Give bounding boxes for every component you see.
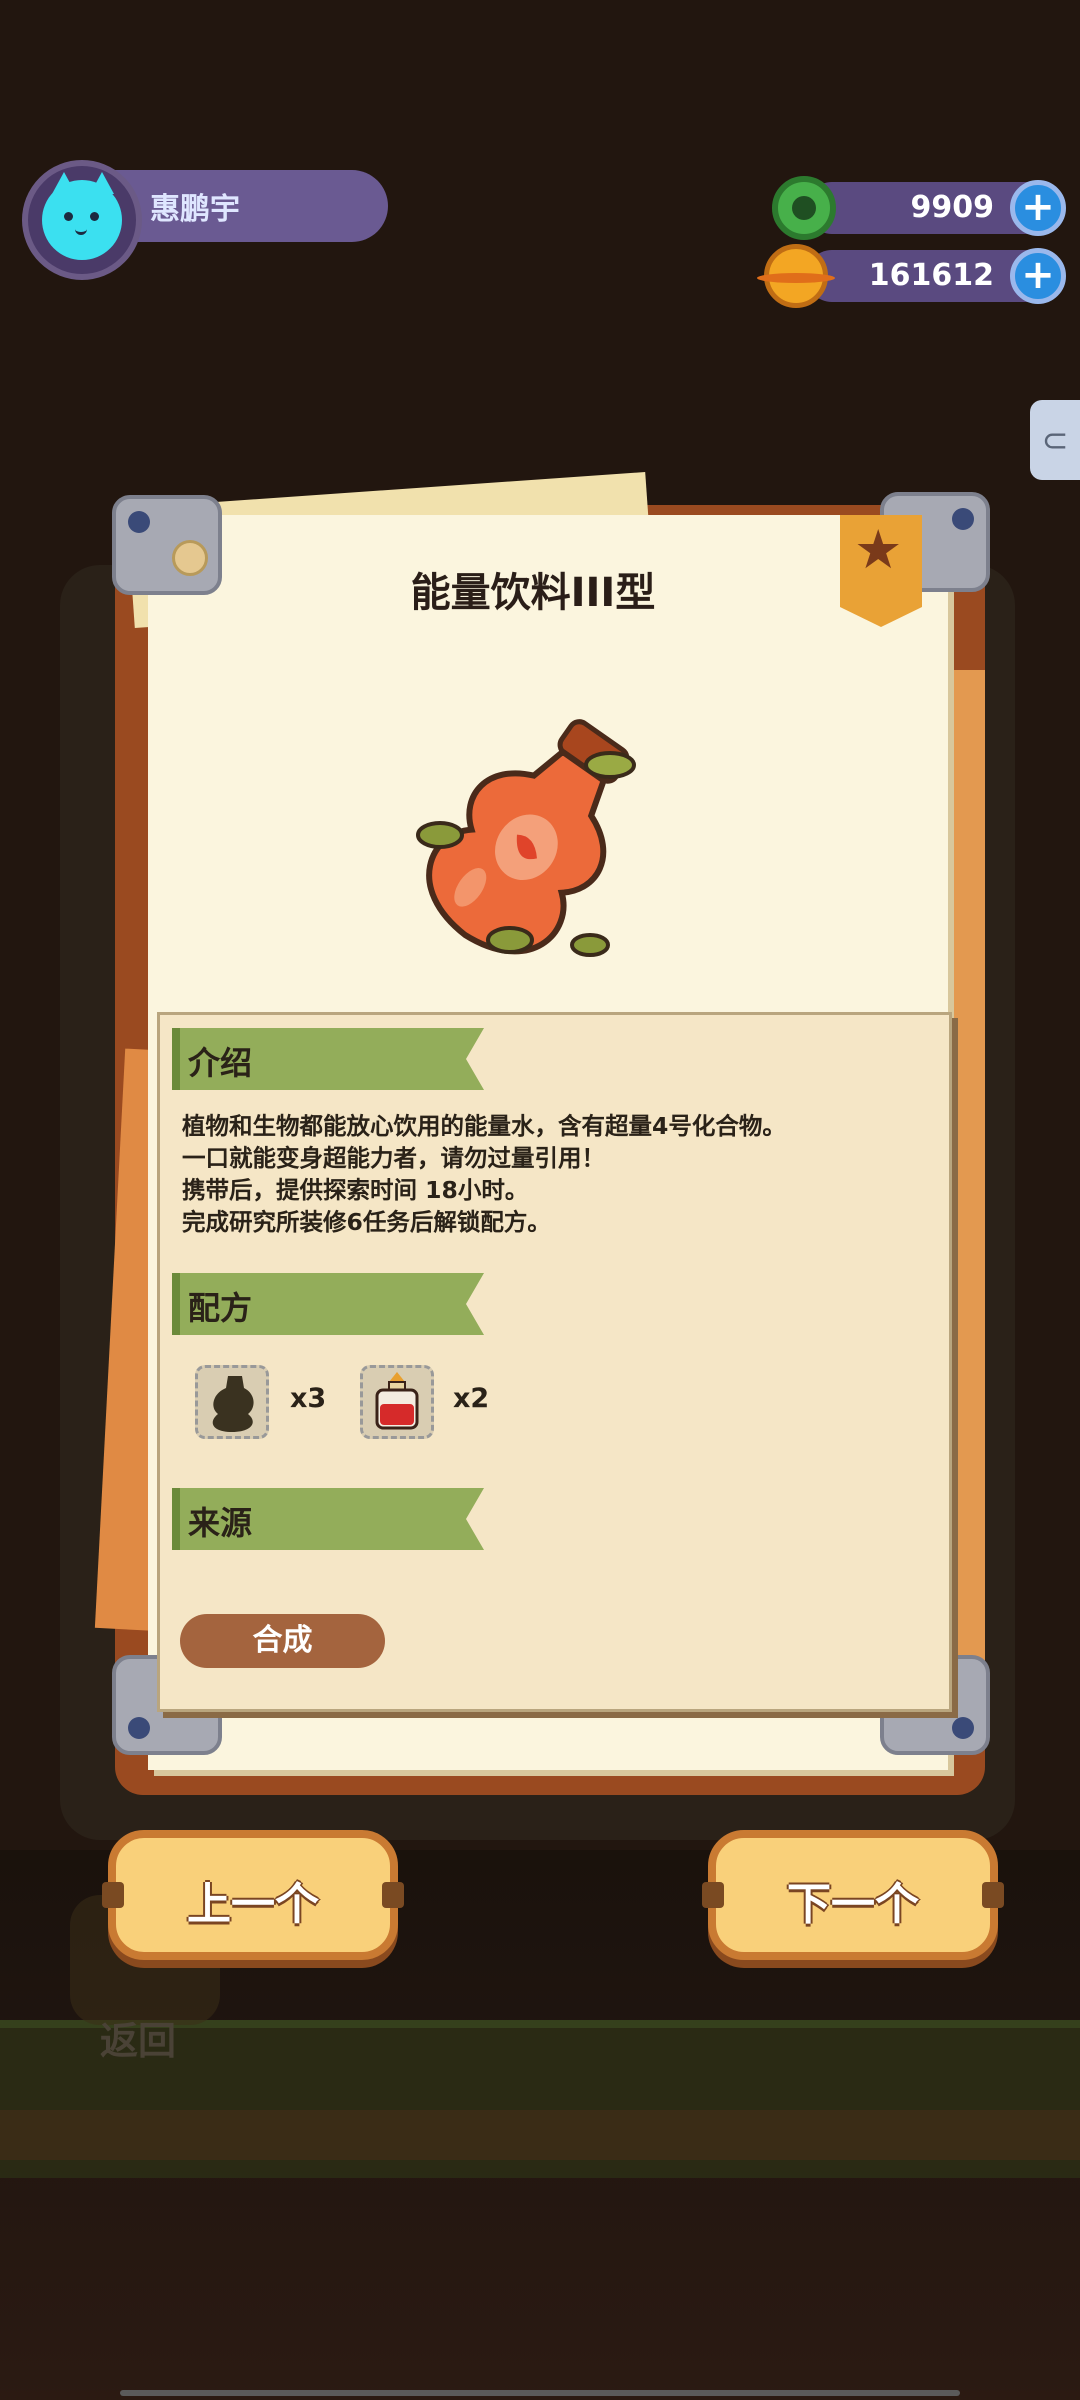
section-source-tag: 来源 [172,1488,484,1550]
section-recipe-label: 配方 [188,1289,253,1327]
item-title: 能量饮料III型 [410,570,656,616]
gem-value: 9909 [910,190,995,225]
section-intro-label: 介绍 [188,1044,253,1082]
section-recipe-tag: 配方 [172,1273,484,1335]
prev-item-button[interactable]: 上一个 [102,1830,404,1960]
ingredient-count: x2 [453,1383,490,1414]
avatar-frame[interactable] [22,160,142,280]
gold-planet-coin-icon [757,244,835,308]
description-line: 完成研究所装修6任务后解锁配方。 [182,1208,551,1236]
player-name: 惠鹏宇 [150,192,240,227]
description-line: 携带后，提供探索时间 18小时。 [182,1176,529,1204]
next-item-label: 下一个 [787,1879,919,1930]
add-gems-button[interactable]: + [1010,180,1066,236]
description-line: 植物和生物都能放心饮用的能量水，含有超量4号化合物。 [182,1112,786,1140]
green-ring-coin-icon [772,176,836,240]
side-menu-tab[interactable]: ⊂ [1030,400,1080,480]
add-coins-button[interactable]: + [1010,248,1066,304]
dark-bottle-icon [212,1376,254,1432]
craft-button[interactable]: 合成 [180,1614,385,1668]
ingredient-slot[interactable] [195,1365,269,1439]
item-description: 植物和生物都能放心饮用的能量水，含有超量4号化合物。 一口就能变身超能力者，请勿… [182,1110,922,1238]
coin-value: 161612 [868,258,994,293]
red-potion-icon [375,1372,419,1430]
energy-drink-bottle-icon [416,719,636,957]
prev-item-label: 上一个 [187,1879,319,1930]
section-source-label: 来源 [188,1504,253,1542]
description-line: 一口就能变身超能力者，请勿过量引用！ [182,1144,605,1172]
next-item-button[interactable]: 下一个 [702,1830,1004,1960]
player-name-plate: 惠鹏宇 [110,170,388,242]
back-button-label: 返回 [100,2019,177,2063]
avatar-cat-icon [42,172,122,260]
ingredient-slot[interactable] [360,1365,434,1439]
system-home-indicator[interactable] [120,2390,960,2396]
ingredient-count: x3 [290,1383,327,1414]
ground-strip [0,2110,1080,2160]
section-intro-tag: 介绍 [172,1028,484,1090]
